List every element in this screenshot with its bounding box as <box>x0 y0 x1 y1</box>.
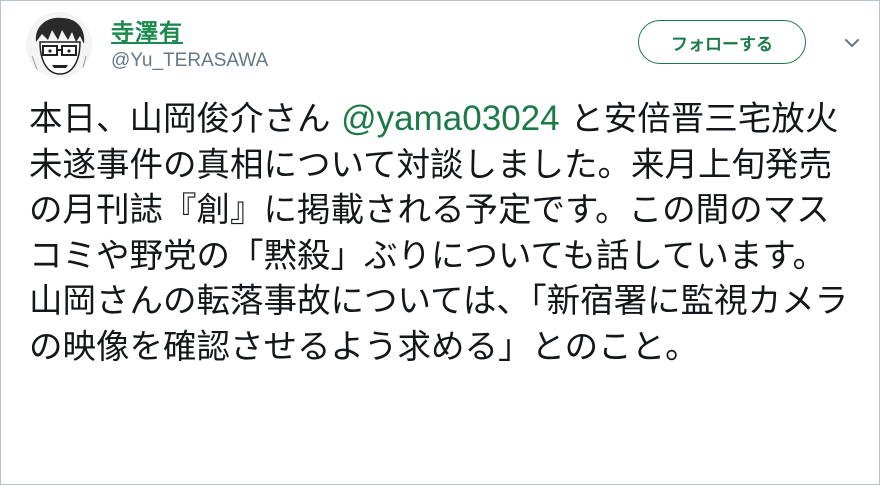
avatar[interactable] <box>26 12 92 78</box>
avatar-illustration <box>26 12 92 78</box>
user-handle[interactable]: @Yu_TERASAWA <box>111 50 268 72</box>
mention-link[interactable]: @yama03024 <box>341 99 559 138</box>
chevron-down-icon[interactable] <box>841 32 863 54</box>
tweet-text-after: と安倍晋三宅放火未遂事件の真相について対談しました。来月上旬発売の月刊誌『創』に… <box>29 99 849 366</box>
user-display-name[interactable]: 寺澤有 <box>111 13 183 47</box>
tweet-card: 寺澤有 @Yu_TERASAWA フォローする 本日、山岡俊介さん @yama0… <box>0 0 880 485</box>
tweet-text: 本日、山岡俊介さん @yama03024 と安倍晋三宅放火未遂事件の真相について… <box>29 96 859 369</box>
follow-button[interactable]: フォローする <box>638 20 806 64</box>
tweet-text-before: 本日、山岡俊介さん <box>29 99 342 138</box>
